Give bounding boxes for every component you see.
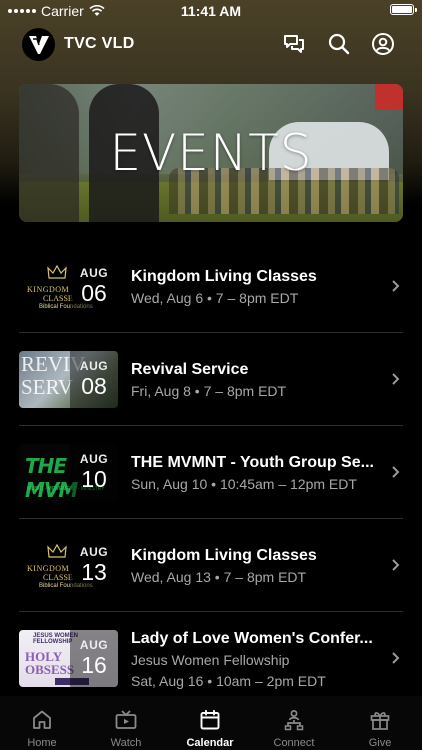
- event-item[interactable]: KINGDOM CLASSE Biblical Foundations AUG …: [0, 240, 422, 333]
- thumb-text: KINGDOM: [27, 564, 70, 573]
- chevron-right-icon: [392, 559, 400, 571]
- chevron-right-icon: [392, 373, 400, 385]
- event-item[interactable]: THE MVM MUSIC · MOVEMENT · MINISTRY AUG …: [0, 426, 422, 519]
- event-title: Lady of Love Women's Confer...: [131, 630, 373, 647]
- event-datetime: Fri, Aug 8 • 7 – 8pm EDT: [131, 383, 287, 399]
- hero-title: EVENTS: [109, 124, 313, 182]
- chevron-right-icon: [392, 280, 400, 292]
- status-bar: Carrier 11:41 AM: [0, 0, 422, 22]
- home-icon: [33, 710, 51, 729]
- clock: 11:41 AM: [180, 3, 242, 19]
- event-datetime: Wed, Aug 6 • 7 – 8pm EDT: [131, 290, 299, 306]
- events-hero-banner: EVENTS: [19, 84, 403, 222]
- tab-give[interactable]: Give: [338, 696, 422, 750]
- calendar-icon: [200, 709, 220, 730]
- event-thumbnail: KINGDOM CLASSE Biblical Foundations AUG …: [19, 258, 118, 315]
- thumb-text-line: OBSESS: [25, 662, 75, 677]
- app-bar: TVC VLD: [0, 26, 422, 62]
- tab-label: Watch: [110, 737, 142, 749]
- event-title: THE MVMNT - Youth Group Se...: [131, 454, 374, 471]
- event-organizer: Jesus Women Fellowship: [131, 652, 290, 668]
- date-badge: AUG 08: [70, 351, 118, 408]
- event-thumbnail: THE MVM MUSIC · MOVEMENT · MINISTRY AUG …: [19, 444, 118, 501]
- event-datetime: Sat, Aug 16 • 10am – 2pm EDT: [131, 673, 326, 689]
- connect-icon: [284, 710, 304, 731]
- date-badge: AUG 16: [70, 630, 118, 687]
- event-title: Revival Service: [131, 361, 249, 378]
- event-item[interactable]: REVIV SERV AUG 08 Revival Service Fri, Au…: [0, 333, 422, 426]
- date-badge: AUG 06: [70, 258, 118, 315]
- chevron-right-icon: [392, 652, 400, 664]
- event-thumbnail: REVIV SERV AUG 08: [19, 351, 118, 408]
- event-item[interactable]: KINGDOM CLASSE Biblical Foundations AUG …: [0, 519, 422, 612]
- event-title: Kingdom Living Classes: [131, 547, 317, 564]
- event-month: AUG: [79, 266, 109, 280]
- tab-calendar[interactable]: Calendar: [168, 696, 252, 750]
- event-month: AUG: [79, 452, 109, 466]
- event-day: 16: [81, 652, 107, 678]
- event-thumbnail: JESUS WOMEN FELLOWSHIP HOLY OBSESS AUG 16: [19, 630, 118, 687]
- date-badge: AUG 13: [70, 537, 118, 594]
- event-day: 10: [81, 466, 107, 492]
- date-badge: AUG 10: [70, 444, 118, 501]
- thumb-text-line: SERV: [21, 375, 73, 399]
- gift-icon: [370, 712, 390, 730]
- event-day: 08: [81, 373, 107, 399]
- tv-icon: [115, 710, 137, 729]
- event-datetime: Sun, Aug 10 • 10:45am – 12pm EDT: [131, 476, 357, 492]
- crown-icon: [47, 543, 67, 558]
- tab-connect[interactable]: Connect: [252, 696, 336, 750]
- tab-label: Calendar: [186, 737, 234, 749]
- chat-icon[interactable]: [282, 32, 306, 56]
- event-month: AUG: [79, 359, 109, 373]
- tab-label: Home: [27, 737, 57, 749]
- tab-bar: Home Watch Calendar Connect Give: [0, 696, 422, 750]
- event-day: 13: [81, 559, 107, 585]
- app-logo[interactable]: [22, 28, 55, 61]
- tab-label: Connect: [273, 737, 315, 749]
- tab-label: Give: [368, 737, 392, 749]
- event-month: AUG: [79, 545, 109, 559]
- event-thumbnail: KINGDOM CLASSE Biblical Foundations AUG …: [19, 537, 118, 594]
- hero-photo-flag: [375, 84, 403, 110]
- app-title: TVC VLD: [64, 35, 135, 52]
- chevron-right-icon: [392, 466, 400, 478]
- profile-icon[interactable]: [371, 32, 395, 56]
- thumb-text: CLASSE: [43, 294, 73, 303]
- event-datetime: Wed, Aug 13 • 7 – 8pm EDT: [131, 569, 307, 585]
- event-title: Kingdom Living Classes: [131, 268, 317, 285]
- event-item[interactable]: JESUS WOMEN FELLOWSHIP HOLY OBSESS AUG 16…: [0, 612, 422, 705]
- thumb-text: KINGDOM: [27, 285, 70, 294]
- tab-watch[interactable]: Watch: [84, 696, 168, 750]
- crown-icon: [47, 264, 67, 279]
- logo-mark-icon: [28, 35, 49, 54]
- battery-icon: [390, 4, 417, 15]
- thumb-text: CLASSE: [43, 573, 73, 582]
- search-icon[interactable]: [327, 32, 351, 56]
- thumb-text: HOLY OBSESS: [25, 650, 74, 676]
- event-month: AUG: [79, 638, 109, 652]
- event-day: 06: [81, 280, 107, 306]
- tab-home[interactable]: Home: [0, 696, 84, 750]
